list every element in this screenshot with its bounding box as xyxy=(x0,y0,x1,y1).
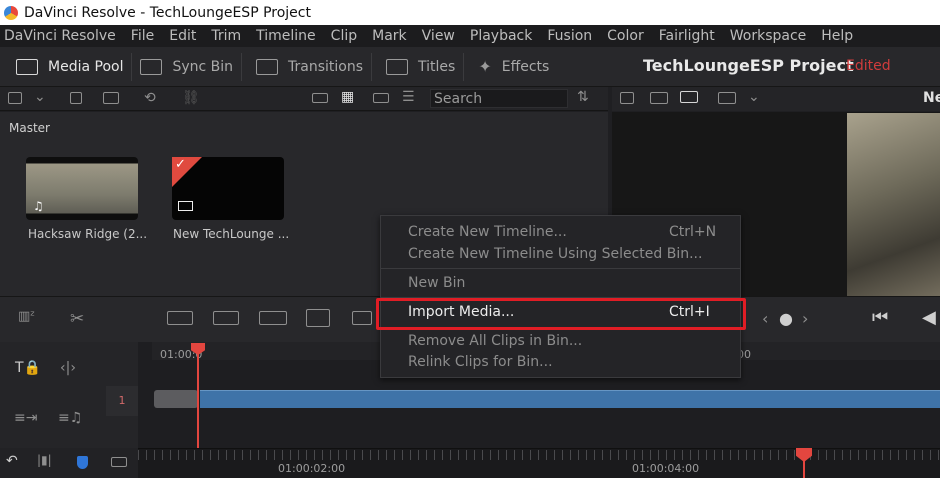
menu-bar: DaVinci Resolve File Edit Trim Timeline … xyxy=(0,25,940,47)
search-input[interactable]: Search xyxy=(430,89,568,108)
razor-scissors-icon[interactable]: ✂ xyxy=(70,309,84,329)
filmstrip-view-icon[interactable] xyxy=(373,93,389,103)
jog-left-icon[interactable]: ‹ xyxy=(762,309,768,328)
audio-meter-icon[interactable]: |▮| xyxy=(37,453,52,467)
list-view-icon[interactable]: ☰ xyxy=(402,89,415,105)
chevron-down-icon[interactable]: ⌄ xyxy=(34,89,46,105)
menu-item-create-timeline-selected-bin[interactable]: Create New Timeline Using Selected Bin..… xyxy=(408,246,702,262)
sync-icon[interactable]: ⟲ xyxy=(144,90,156,106)
window-title: DaVinci Resolve - TechLoungeESP Project xyxy=(24,4,311,21)
grid-layout-icon[interactable] xyxy=(680,91,698,103)
menu-mark[interactable]: Mark xyxy=(372,28,407,44)
ruler-timecode: 01:00:02:00 xyxy=(278,462,346,475)
playhead-line[interactable] xyxy=(197,344,199,448)
jog-right-icon[interactable]: › xyxy=(802,309,808,328)
titles-label: Titles xyxy=(418,58,456,75)
transitions-button[interactable]: Transitions xyxy=(242,47,371,87)
shield-icon[interactable] xyxy=(77,456,88,469)
bin-name-master[interactable]: Master xyxy=(9,121,50,135)
project-title: TechLoungeESP Project xyxy=(643,56,854,75)
timeline-label: New TechLounge ... xyxy=(173,227,290,241)
timeline-clip-gray[interactable] xyxy=(154,390,198,408)
audio-note-icon: ♫ xyxy=(33,199,44,213)
viewer-mode-icon[interactable] xyxy=(718,92,736,104)
overwrite-clip-icon[interactable] xyxy=(213,311,239,325)
clip-thumbnail[interactable]: ♫ xyxy=(26,157,138,220)
bottom-ruler[interactable] xyxy=(138,450,940,460)
davinci-resolve-app-icon xyxy=(4,5,18,20)
place-on-top-icon[interactable] xyxy=(306,309,330,327)
menu-help[interactable]: Help xyxy=(821,28,853,44)
zzz-edit-icon[interactable]: ▥ᶻ xyxy=(18,309,35,324)
ruler-timecode: 01:00:04:00 xyxy=(632,462,700,475)
clip-view-icon[interactable] xyxy=(111,457,127,467)
menu-timeline[interactable]: Timeline xyxy=(256,28,316,44)
replace-clip-icon[interactable] xyxy=(259,311,287,325)
snapping-icon[interactable]: ≡⇥ xyxy=(14,410,37,426)
effects-label: Effects xyxy=(501,58,550,75)
menu-trim[interactable]: Trim xyxy=(211,28,241,44)
sync-bin-label: Sync Bin xyxy=(172,58,234,75)
chevron-down-icon[interactable]: ⌄ xyxy=(748,89,760,105)
sync-bin-icon xyxy=(140,58,163,75)
menu-view[interactable]: View xyxy=(422,28,455,44)
menu-clip[interactable]: Clip xyxy=(331,28,357,44)
sync-bin-button[interactable]: Sync Bin xyxy=(132,47,241,87)
viewer-label: Ne xyxy=(923,90,940,106)
trim-icon[interactable]: ‹|› xyxy=(60,360,76,376)
menu-workspace[interactable]: Workspace xyxy=(730,28,807,44)
menu-davinci-resolve[interactable]: DaVinci Resolve xyxy=(4,28,116,44)
playhead-line-bottom[interactable] xyxy=(803,460,805,478)
media-pool-icon xyxy=(16,58,38,75)
transitions-icon xyxy=(256,58,279,75)
append-clip-icon[interactable] xyxy=(352,311,372,325)
menu-playback[interactable]: Playback xyxy=(470,28,532,44)
viewer-frame-image xyxy=(847,113,940,306)
effects-button[interactable]: ✦ Effects xyxy=(464,47,557,87)
timeline-icon xyxy=(178,201,193,211)
timeline-video-clip[interactable] xyxy=(200,390,940,408)
effects-icon: ✦ xyxy=(478,57,492,76)
toggle-bin-list-icon[interactable] xyxy=(8,92,22,104)
jog-dot-icon[interactable]: ● xyxy=(779,309,793,328)
menu-item-remove-all-clips[interactable]: Remove All Clips in Bin... xyxy=(408,333,582,349)
menu-fusion[interactable]: Fusion xyxy=(547,28,592,44)
import-media-highlight-box xyxy=(376,298,746,330)
lock-track-icon[interactable]: T🔒 xyxy=(15,360,41,376)
menu-file[interactable]: File xyxy=(131,28,154,44)
titles-icon xyxy=(386,58,409,75)
play-reverse-icon[interactable]: ◀ xyxy=(922,307,936,328)
menu-item-new-bin[interactable]: New Bin xyxy=(408,275,465,291)
audio-track-icon[interactable]: ≡♫ xyxy=(58,410,82,426)
tool-blade-icon[interactable]: ↶ xyxy=(6,453,18,469)
film-frame-icon[interactable] xyxy=(650,92,668,104)
shortcut-ctrl-n: Ctrl+N xyxy=(669,224,717,240)
project-status-edited: Edited xyxy=(846,58,891,74)
menu-item-create-new-timeline[interactable]: Create New Timeline... xyxy=(408,224,567,240)
media-pool-button[interactable]: Media Pool xyxy=(0,47,131,87)
bottom-tools: ↶ |▮| xyxy=(0,448,138,478)
metadata-view-icon[interactable] xyxy=(312,93,328,103)
menu-fairlight[interactable]: Fairlight xyxy=(659,28,715,44)
unlink-icon[interactable]: ⛓ xyxy=(182,90,200,106)
menu-divider xyxy=(381,268,740,269)
transitions-label: Transitions xyxy=(288,58,364,75)
track-number: 1 xyxy=(106,386,138,416)
context-menu: Create New Timeline... Ctrl+N Create New… xyxy=(380,215,741,378)
titles-button[interactable]: Titles xyxy=(372,47,463,87)
clip-label: Hacksaw Ridge (2... xyxy=(28,227,148,241)
viewer-subtoolbar: ⌄ Ne xyxy=(612,87,940,111)
menu-color[interactable]: Color xyxy=(607,28,644,44)
thumbnail-view-icon[interactable]: ▦ xyxy=(341,89,354,105)
sort-icon[interactable]: ⇅ xyxy=(577,89,589,105)
window-titlebar: DaVinci Resolve - TechLoungeESP Project xyxy=(0,0,940,25)
insert-clip-icon[interactable] xyxy=(167,311,193,325)
media-pool-label: Media Pool xyxy=(48,58,124,75)
add-bin-icon[interactable] xyxy=(103,92,119,104)
menu-edit[interactable]: Edit xyxy=(169,28,196,44)
image-icon[interactable] xyxy=(620,92,634,104)
import-media-icon[interactable] xyxy=(70,92,82,104)
menu-item-relink-clips[interactable]: Relink Clips for Bin... xyxy=(408,354,553,370)
go-to-start-icon[interactable]: ⏮ xyxy=(872,307,888,328)
